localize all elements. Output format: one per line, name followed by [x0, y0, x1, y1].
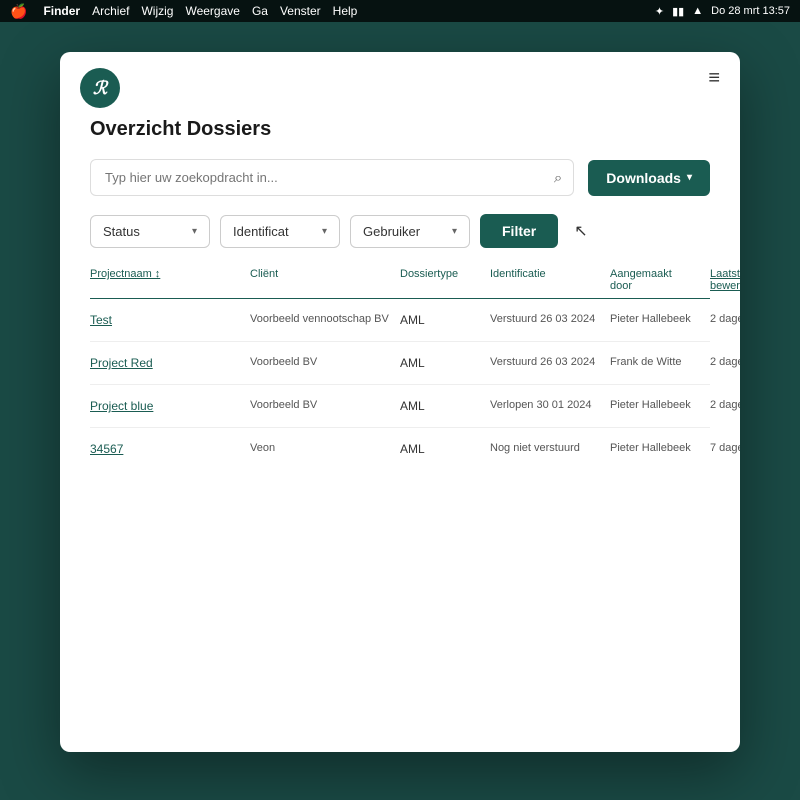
- search-icon: ⌕: [554, 169, 562, 186]
- aangemaakt-cell: Frank de Witte: [610, 356, 710, 368]
- aangemaakt-cell: Pieter Hallebeek: [610, 399, 710, 411]
- window-header: ℛ ≡: [60, 52, 740, 108]
- project-link[interactable]: Project blue: [90, 399, 250, 413]
- table-header: Projectnaam ↕ Cliënt Dossiertype Identif…: [90, 268, 710, 299]
- client-cell: Veon: [250, 442, 400, 454]
- dossiertype-cell: AML: [400, 356, 490, 370]
- table-row: TestVoorbeeld vennootschap BVAMLVerstuur…: [90, 299, 710, 342]
- identificatie-cell: Verlopen 30 01 2024: [490, 399, 610, 411]
- project-link[interactable]: 34567: [90, 442, 250, 456]
- bewerking-cell: 2 dagen geleden: [710, 399, 740, 411]
- client-cell: Voorbeeld BV: [250, 399, 400, 411]
- identificatie-chevron-icon: ▾: [322, 226, 327, 237]
- aangemaakt-cell: Pieter Hallebeek: [610, 442, 710, 454]
- gebruiker-chevron-icon: ▾: [452, 226, 457, 237]
- aangemaakt-cell: Pieter Hallebeek: [610, 313, 710, 325]
- downloads-button[interactable]: Downloads ▾: [588, 160, 710, 196]
- downloads-label: Downloads: [606, 170, 681, 186]
- bluetooth-icon: ✦: [655, 5, 664, 18]
- main-window: ℛ ≡ Overzicht Dossiers ⌕ Downloads ▾ Sta…: [60, 52, 740, 752]
- window-content: Overzicht Dossiers ⌕ Downloads ▾ Status …: [60, 108, 740, 500]
- filter-button[interactable]: Filter: [480, 214, 558, 248]
- menubar-venster[interactable]: Venster: [280, 4, 321, 18]
- search-input[interactable]: [90, 159, 574, 196]
- menubar-weergave[interactable]: Weergave: [185, 4, 239, 18]
- menubar-right: ✦ ▮▮ ▲ Do 28 mrt 13:57: [655, 5, 790, 18]
- identificatie-cell: Nog niet verstuurd: [490, 442, 610, 454]
- col-bewerking[interactable]: Laatstebewerking ↕: [710, 268, 740, 292]
- hamburger-menu-icon[interactable]: ≡: [708, 68, 720, 88]
- datetime: Do 28 mrt 13:57: [711, 5, 790, 17]
- bewerking-cell: 7 dagen geleden: [710, 442, 740, 454]
- apple-menu-icon[interactable]: 🍎: [10, 3, 27, 20]
- table-body: TestVoorbeeld vennootschap BVAMLVerstuur…: [90, 299, 710, 470]
- menubar-wijzig[interactable]: Wijzig: [141, 4, 173, 18]
- menubar: 🍎 Finder Archief Wijzig Weergave Ga Vens…: [0, 0, 800, 22]
- status-chevron-icon: ▾: [192, 226, 197, 237]
- menubar-ga[interactable]: Ga: [252, 4, 268, 18]
- menubar-help[interactable]: Help: [333, 4, 358, 18]
- status-filter-label: Status: [103, 224, 140, 239]
- bewerking-cell: 2 dagen geleden: [710, 356, 740, 368]
- data-table: Projectnaam ↕ Cliënt Dossiertype Identif…: [90, 268, 710, 470]
- client-cell: Voorbeeld BV: [250, 356, 400, 368]
- dossiertype-cell: AML: [400, 442, 490, 456]
- table-row: Project blueVoorbeeld BVAMLVerlopen 30 0…: [90, 385, 710, 428]
- project-link[interactable]: Test: [90, 313, 250, 327]
- table-row: Project RedVoorbeeld BVAMLVerstuurd 26 0…: [90, 342, 710, 385]
- project-link[interactable]: Project Red: [90, 356, 250, 370]
- battery-indicator: ▮▮: [672, 5, 684, 18]
- client-cell: Voorbeeld vennootschap BV: [250, 313, 400, 325]
- identificatie-filter-label: Identificat: [233, 224, 289, 239]
- identificatie-cell: Verstuurd 26 03 2024: [490, 313, 610, 325]
- page-title: Overzicht Dossiers: [90, 118, 710, 141]
- identificatie-cell: Verstuurd 26 03 2024: [490, 356, 610, 368]
- dossiertype-cell: AML: [400, 399, 490, 413]
- col-dossiertype: Dossiertype: [400, 268, 490, 292]
- col-projectnaam[interactable]: Projectnaam ↕: [90, 268, 250, 292]
- table-row: 34567VeonAMLNog niet verstuurdPieter Hal…: [90, 428, 710, 470]
- bewerking-cell: 2 dagen geleden: [710, 313, 740, 325]
- identificatie-filter[interactable]: Identificat ▾: [220, 215, 340, 248]
- search-row: ⌕ Downloads ▾: [90, 159, 710, 196]
- cursor-icon: ↖: [574, 221, 587, 241]
- menubar-finder[interactable]: Finder: [43, 4, 80, 18]
- dossiertype-cell: AML: [400, 313, 490, 327]
- downloads-chevron-icon: ▾: [687, 172, 692, 183]
- status-filter[interactable]: Status ▾: [90, 215, 210, 248]
- col-aangemaakt: Aangemaaktdoor: [610, 268, 710, 292]
- app-logo: ℛ: [80, 68, 120, 108]
- search-container: ⌕: [90, 159, 574, 196]
- gebruiker-filter-label: Gebruiker: [363, 224, 420, 239]
- filter-row: Status ▾ Identificat ▾ Gebruiker ▾ Filte…: [90, 214, 710, 248]
- wifi-icon: ▲: [692, 5, 703, 17]
- col-identificatie: Identificatie: [490, 268, 610, 292]
- menubar-archief[interactable]: Archief: [92, 4, 129, 18]
- gebruiker-filter[interactable]: Gebruiker ▾: [350, 215, 470, 248]
- col-client: Cliënt: [250, 268, 400, 292]
